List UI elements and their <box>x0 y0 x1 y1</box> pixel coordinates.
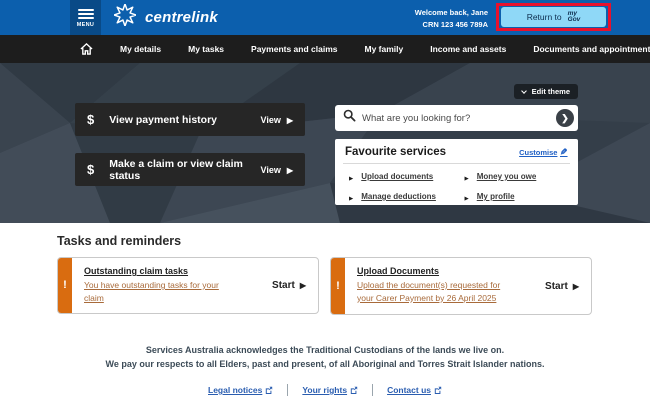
arrow-right-icon <box>465 192 469 201</box>
view-cta: View <box>260 115 293 125</box>
nav-my-details[interactable]: My details <box>120 44 161 54</box>
favourite-money-you-owe-link[interactable]: Money you owe <box>461 172 569 181</box>
legal-notices-link[interactable]: Legal notices <box>194 385 287 395</box>
home-icon[interactable] <box>80 43 93 55</box>
task-card-description[interactable]: You have outstanding tasks for your clai… <box>84 279 234 305</box>
menu-label: MENU <box>77 22 94 28</box>
search-submit-button[interactable]: ❯ <box>556 109 574 127</box>
hero-banner: Edit theme $ View payment history View $… <box>0 63 650 223</box>
start-button[interactable]: Start <box>533 281 591 292</box>
external-link-icon <box>265 386 273 394</box>
centrelink-homepage: MENU centrelink Welcome back, Jane CRN 1… <box>0 0 650 403</box>
start-button[interactable]: Start <box>260 280 318 291</box>
welcome-text: Welcome back, Jane <box>415 7 488 19</box>
dollar-icon: $ <box>87 112 94 127</box>
menu-button[interactable]: MENU <box>70 0 101 35</box>
pencil-icon: ✎ <box>560 147 568 158</box>
brand: centrelink <box>114 0 218 35</box>
arrow-right-icon <box>287 115 293 125</box>
task-card-description[interactable]: Upload the document(s) requested for you… <box>357 279 507 305</box>
customise-link[interactable]: Customise ✎ <box>519 147 568 158</box>
alert-icon: ! <box>331 258 345 314</box>
arrow-right-icon <box>573 281 579 292</box>
action-label: View payment history <box>109 114 217 126</box>
nav-documents-and-appointments[interactable]: Documents and appointments <box>533 44 650 54</box>
acknowledgement-line-1: Services Australia acknowledges the Trad… <box>0 344 650 358</box>
edit-theme-button[interactable]: Edit theme <box>514 84 578 99</box>
favourite-upload-documents-link[interactable]: Upload documents <box>345 172 453 181</box>
search-icon <box>343 109 356 127</box>
hamburger-icon <box>78 7 94 20</box>
alert-icon: ! <box>58 258 72 313</box>
favourite-my-profile-link[interactable]: My profile <box>461 192 569 201</box>
view-cta: View <box>260 165 293 175</box>
dollar-icon: $ <box>87 162 94 177</box>
welcome-block: Welcome back, Jane CRN 123 456 789A <box>415 7 488 31</box>
red-highlight-annotation <box>496 3 611 31</box>
arrow-right-icon <box>349 172 353 181</box>
favourite-services-title: Favourite services <box>345 146 446 158</box>
arrow-right-icon <box>465 172 469 181</box>
outstanding-claim-tasks-card[interactable]: ! Outstanding claim tasks You have outst… <box>57 257 319 314</box>
nav-payments-and-claims[interactable]: Payments and claims <box>251 44 337 54</box>
external-link-icon <box>434 386 442 394</box>
arrow-right-icon <box>300 280 306 291</box>
footer: Services Australia acknowledges the Trad… <box>0 344 650 396</box>
action-label: Make a claim or view claim status <box>109 158 260 182</box>
centrelink-star-icon <box>114 4 136 31</box>
crn-text: CRN 123 456 789A <box>415 19 488 31</box>
main-nav: My details My tasks Payments and claims … <box>0 35 650 63</box>
favourite-services-panel: Favourite services Customise ✎ Upload do… <box>335 139 578 205</box>
nav-income-and-assets[interactable]: Income and assets <box>430 44 506 54</box>
view-payment-history-button[interactable]: $ View payment history View <box>75 103 305 136</box>
favourite-manage-deductions-link[interactable]: Manage deductions <box>345 192 453 201</box>
task-card-title[interactable]: Upload Documents <box>357 266 529 276</box>
task-card-title[interactable]: Outstanding claim tasks <box>84 266 256 276</box>
header: MENU centrelink Welcome back, Jane CRN 1… <box>0 0 650 35</box>
make-a-claim-button[interactable]: $ Make a claim or view claim status View <box>75 153 305 186</box>
search-bar: ❯ <box>335 105 578 131</box>
arrow-right-icon <box>287 165 293 175</box>
edit-theme-label: Edit theme <box>532 87 570 96</box>
nav-my-family[interactable]: My family <box>365 44 404 54</box>
upload-documents-card[interactable]: ! Upload Documents Upload the document(s… <box>330 257 592 315</box>
tasks-and-reminders-heading: Tasks and reminders <box>57 234 181 248</box>
contact-us-link[interactable]: Contact us <box>373 385 456 395</box>
brand-name: centrelink <box>145 9 218 26</box>
external-link-icon <box>350 386 358 394</box>
arrow-right-icon <box>349 192 353 201</box>
acknowledgement-line-2: We pay our respects to all Elders, past … <box>0 358 650 372</box>
divider <box>343 163 570 164</box>
nav-my-tasks[interactable]: My tasks <box>188 44 224 54</box>
chevron-down-icon <box>521 88 527 94</box>
search-input[interactable] <box>362 113 556 124</box>
your-rights-link[interactable]: Your rights <box>288 385 372 395</box>
